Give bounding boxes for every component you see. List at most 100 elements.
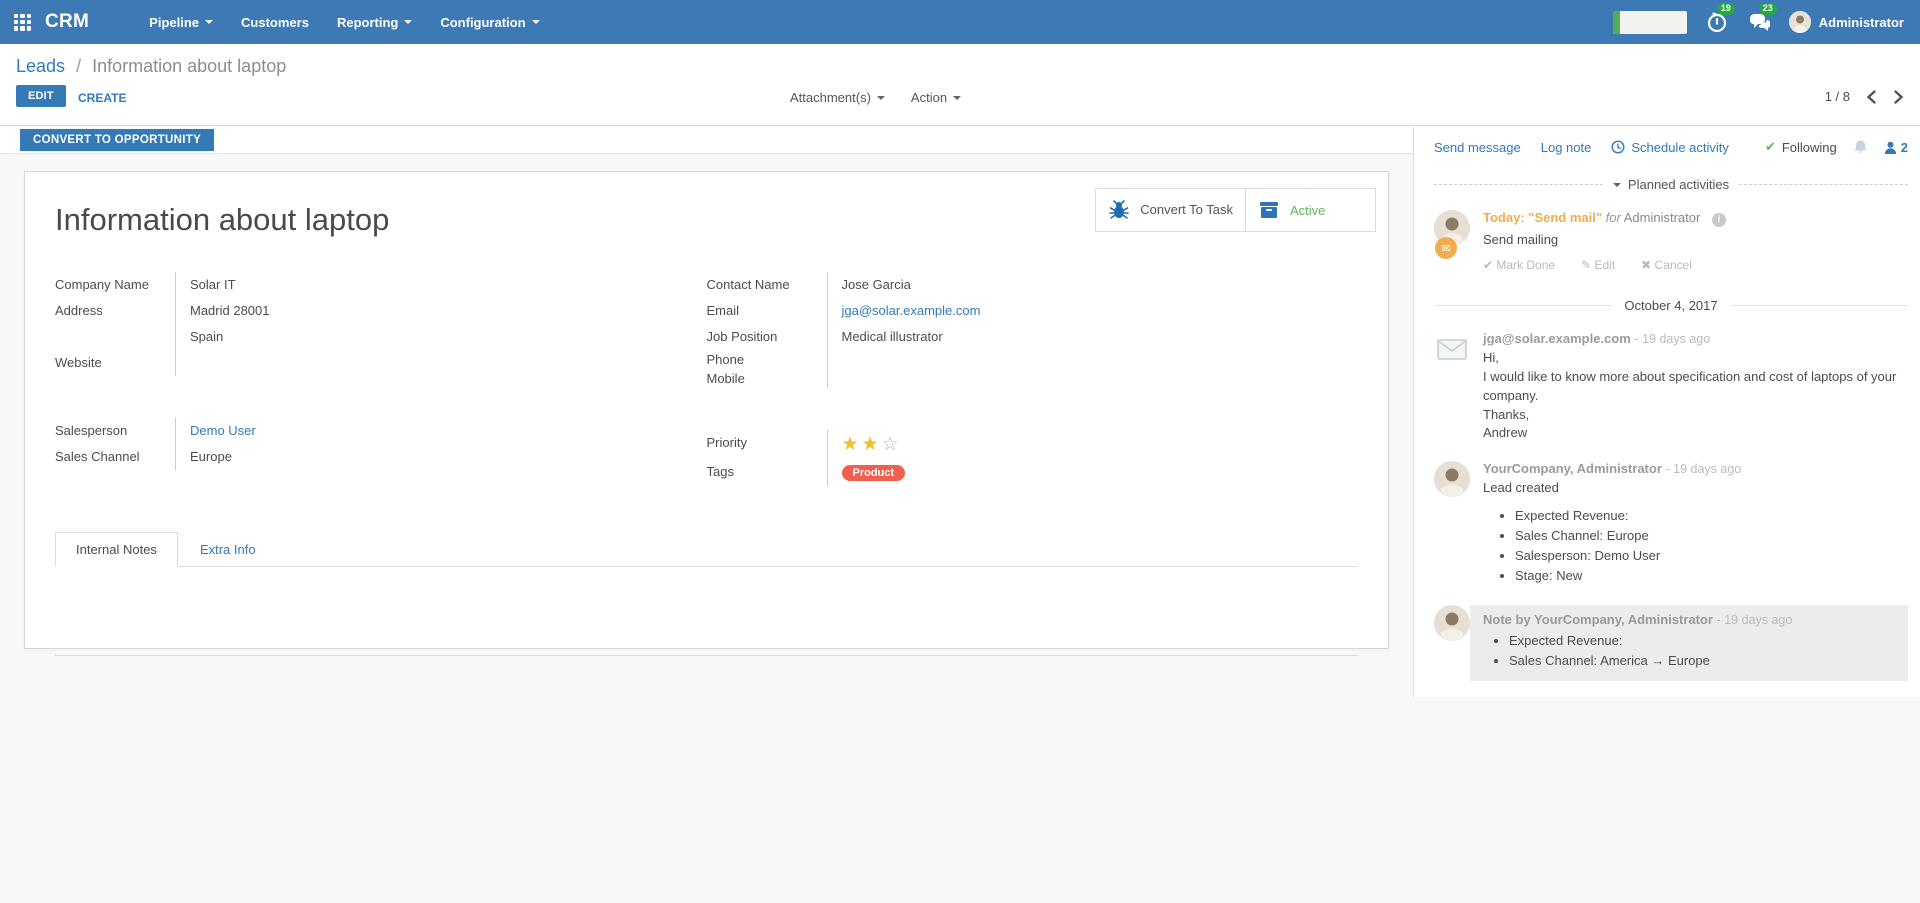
activity-mail-badge-icon: ✉ <box>1435 237 1457 259</box>
menu-customers[interactable]: Customers <box>241 15 309 30</box>
field-address-country: Spain <box>55 324 647 350</box>
archive-box-icon <box>1258 200 1280 220</box>
field-contact-name: Contact Name Jose Garcia <box>707 272 1299 298</box>
activities-count-badge: 19 <box>1717 3 1735 15</box>
clock-icon <box>1611 140 1625 154</box>
action-dropdown[interactable]: Action <box>911 90 961 105</box>
create-button[interactable]: CREATE <box>78 91 126 105</box>
menu-reporting[interactable]: Reporting <box>337 15 412 30</box>
author-avatar <box>1434 461 1470 497</box>
chevron-down-icon <box>532 20 540 24</box>
planned-activities-header: Planned activities <box>1434 177 1908 192</box>
activities-clock-icon[interactable]: 19 <box>1705 10 1729 34</box>
message-text: Hi, I would like to know more about spec… <box>1483 349 1908 443</box>
chevron-down-icon <box>205 20 213 24</box>
followers-button[interactable]: 2 <box>1884 140 1908 155</box>
activity-summary: Send mailing <box>1483 232 1908 247</box>
timer-progress-fill <box>1613 11 1620 34</box>
tag-product[interactable]: Product <box>842 465 906 481</box>
date-divider: October 4, 2017 <box>1434 298 1908 313</box>
user-name: Administrator <box>1819 15 1904 30</box>
field-email: Email jga@solar.example.com <box>707 298 1299 324</box>
field-tags: Tags Product <box>707 459 1299 486</box>
message-log: YourCompany, Administrator - 19 days ago… <box>1434 461 1908 586</box>
field-address: Address Madrid 28001 <box>55 298 647 324</box>
message-text: Lead created <box>1483 479 1908 498</box>
tab-internal-notes[interactable]: Internal Notes <box>55 532 178 567</box>
field-website: Website <box>55 350 647 376</box>
message-author[interactable]: YourCompany, Administrator - 19 days ago <box>1483 461 1908 476</box>
chatter-panel: Send message Log note Schedule activity … <box>1413 127 1920 697</box>
statusbar: CONVERT TO OPPORTUNITY <box>0 127 1413 154</box>
check-icon: ✔ <box>1765 139 1776 155</box>
main-menu: Pipeline Customers Reporting Configurati… <box>149 15 539 30</box>
form-sheet: Convert To Task Active Information about… <box>24 171 1389 649</box>
notes-bottom-divider <box>55 655 1358 656</box>
message-note: Note by YourCompany, Administrator - 19 … <box>1434 605 1908 681</box>
chevron-down-icon <box>404 20 412 24</box>
user-menu[interactable]: Administrator <box>1789 11 1904 33</box>
salesperson-link[interactable]: Demo User <box>190 423 256 438</box>
apps-grid-icon[interactable] <box>14 14 31 31</box>
right-field-column: Contact Name Jose Garcia Email jga@solar… <box>707 272 1359 486</box>
log-note-button[interactable]: Log note <box>1541 140 1592 155</box>
control-panel: Leads / Information about laptop EDIT CR… <box>0 44 1920 126</box>
message-timestamp: - 19 days ago <box>1666 462 1742 476</box>
systray: 19 23 Administrator <box>1613 10 1920 34</box>
messages-count-badge: 23 <box>1759 3 1777 15</box>
field-mobile: Mobile <box>707 369 1299 388</box>
chevron-down-icon <box>953 96 961 100</box>
convert-to-opportunity-button[interactable]: CONVERT TO OPPORTUNITY <box>20 129 214 151</box>
tracking-values-list: Expected Revenue: Sales Channel: America… <box>1483 631 1896 671</box>
tab-extra-info[interactable]: Extra Info <box>178 533 278 566</box>
send-message-button[interactable]: Send message <box>1434 140 1521 155</box>
field-priority: Priority ★★☆ <box>707 430 1299 459</box>
breadcrumb: Leads / Information about laptop <box>0 44 1920 77</box>
edit-button[interactable]: EDIT <box>16 85 66 107</box>
tracking-values-list: Expected Revenue: Sales Channel: Europe … <box>1483 506 1908 587</box>
breadcrumb-current: Information about laptop <box>92 56 286 76</box>
message-timestamp: - 19 days ago <box>1634 332 1710 346</box>
message-timestamp: - 19 days ago <box>1717 613 1793 627</box>
bell-icon[interactable] <box>1853 139 1868 155</box>
field-sales-channel: Sales Channel Europe <box>55 444 647 470</box>
chevron-down-icon <box>877 96 885 100</box>
field-salesperson: Salesperson Demo User <box>55 418 647 444</box>
priority-stars[interactable]: ★★☆ <box>842 434 902 455</box>
breadcrumb-leads[interactable]: Leads <box>16 56 65 76</box>
mark-done-button[interactable]: ✔ Mark Done <box>1483 258 1555 272</box>
message-author[interactable]: Note by YourCompany, Administrator - 19 … <box>1483 612 1896 627</box>
planned-activity-item: ✉ Today: "Send mail" for Administrator i… <box>1434 210 1908 272</box>
schedule-activity-button[interactable]: Schedule activity <box>1611 140 1729 155</box>
form-view-region: CONVERT TO OPPORTUNITY Convert To Task A… <box>0 127 1413 903</box>
left-field-column: Company Name Solar IT Address Madrid 280… <box>55 272 707 486</box>
message-email: jga@solar.example.com - 19 days ago Hi, … <box>1434 331 1908 443</box>
app-title[interactable]: CRM <box>45 11 89 33</box>
author-avatar <box>1434 605 1470 641</box>
stat-buttons: Convert To Task Active <box>1095 188 1376 232</box>
top-navbar: CRM Pipeline Customers Reporting Configu… <box>0 0 1920 44</box>
attachments-dropdown[interactable]: Attachment(s) <box>790 90 885 105</box>
email-link[interactable]: jga@solar.example.com <box>842 303 981 318</box>
timer-progress-widget[interactable] <box>1613 11 1687 34</box>
activity-avatar: ✉ <box>1434 210 1470 246</box>
following-toggle[interactable]: ✔ Following <box>1765 139 1837 155</box>
active-toggle-button[interactable]: Active <box>1246 188 1376 232</box>
convert-to-task-button[interactable]: Convert To Task <box>1095 188 1246 232</box>
internal-notes-content[interactable] <box>55 567 1358 655</box>
pager-next-icon[interactable] <box>1893 90 1904 104</box>
info-icon[interactable]: i <box>1712 213 1726 227</box>
pager-previous-icon[interactable] <box>1866 90 1877 104</box>
field-phone: Phone <box>707 350 1299 369</box>
person-icon <box>1884 141 1897 154</box>
messages-chat-icon[interactable]: 23 <box>1747 10 1771 34</box>
user-avatar <box>1789 11 1811 33</box>
menu-pipeline[interactable]: Pipeline <box>149 15 213 30</box>
cancel-activity-button[interactable]: ✖ Cancel <box>1641 258 1692 272</box>
field-job-position: Job Position Medical illustrator <box>707 324 1299 350</box>
message-author[interactable]: jga@solar.example.com - 19 days ago <box>1483 331 1908 346</box>
menu-configuration[interactable]: Configuration <box>440 15 539 30</box>
collapse-caret-icon <box>1613 183 1621 187</box>
field-company-name: Company Name Solar IT <box>55 272 647 298</box>
edit-activity-button[interactable]: ✎ Edit <box>1581 258 1615 272</box>
